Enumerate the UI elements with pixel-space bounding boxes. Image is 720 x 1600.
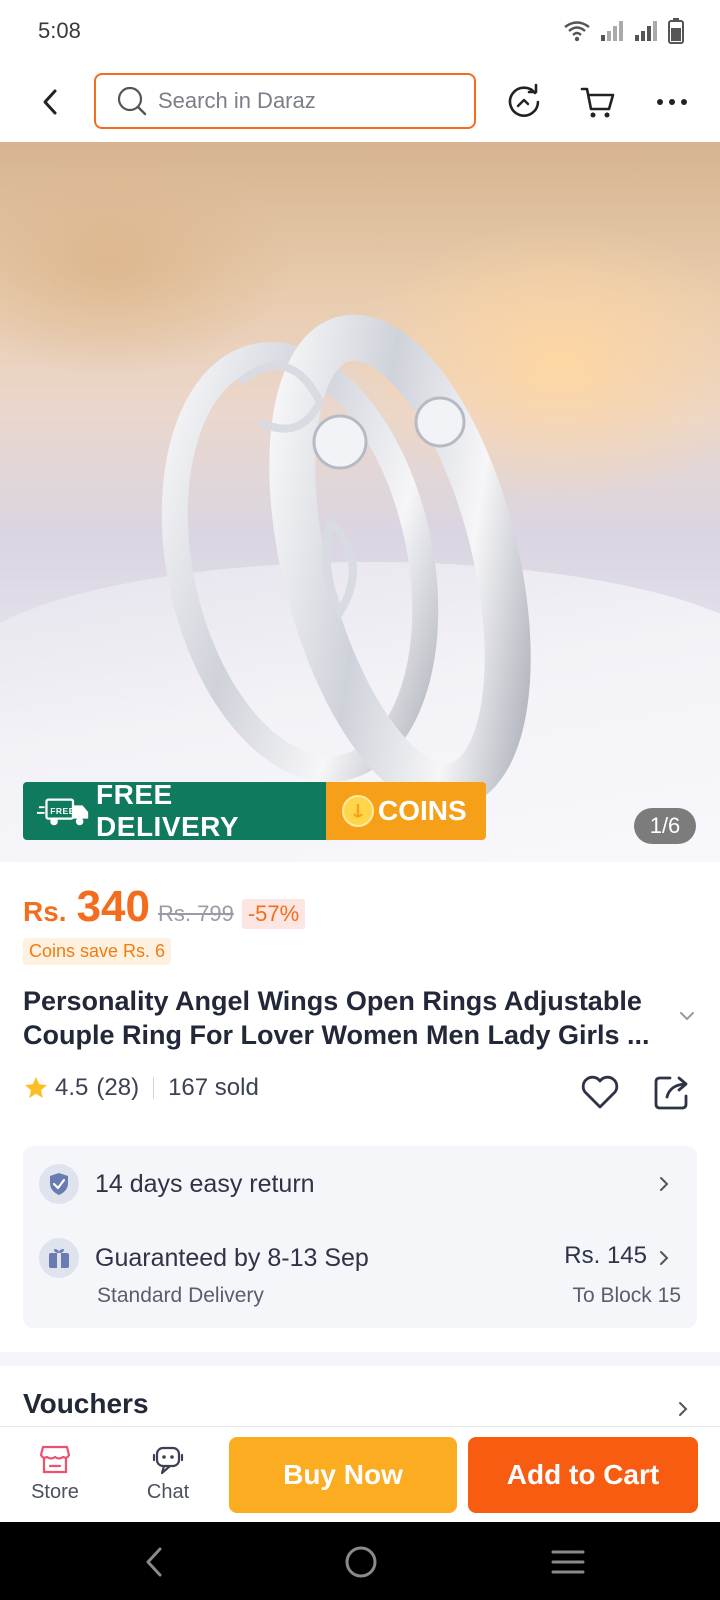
bottom-action-bar: Store Chat Buy Now Add to Cart [0,1426,720,1522]
system-navigation-bar [0,1522,720,1600]
chevron-left-icon [43,89,57,115]
coins-save-badge: Coins save Rs. 6 [23,938,172,965]
chevron-right-icon[interactable] [676,1400,690,1418]
delivery-type: Standard Delivery [97,1284,264,1307]
signal-icon [601,21,623,41]
cart-button[interactable] [576,80,620,124]
delivery-truck-icon: FREE [37,798,89,826]
service-info-card: 14 days easy return Guaranteed by 8-13 S… [23,1146,697,1328]
refresh-icon [508,83,540,117]
delivery-location: To Block 15 [572,1284,681,1307]
section-divider [0,1352,720,1366]
chat-label: Chat [146,1481,190,1503]
image-page-indicator: 1/6 [634,808,696,844]
product-title: Personality Angel Wings Open Rings Adjus… [23,986,650,1050]
chevron-right-icon [660,1251,669,1265]
store-icon [39,1445,71,1474]
delivery-guarantee-text: Guaranteed by 8-13 Sep [95,1243,369,1272]
more-icon [657,99,687,105]
truck-free-text: FREE [50,806,75,816]
status-icons [564,18,684,44]
coin-icon [342,795,374,827]
star-icon [25,1077,47,1098]
rating-count: (28) [96,1074,140,1101]
buy-now-button[interactable]: Buy Now [229,1437,457,1513]
nav-recents-button[interactable] [546,1540,590,1584]
store-button[interactable]: Store [10,1445,100,1504]
nav-back-icon [146,1547,162,1577]
promo-banner: FREE FREE DELIVERY COINS [23,782,486,840]
coins-label: COINS [378,795,467,826]
sold-count: 167 sold [168,1074,259,1101]
share-icon [654,1076,688,1110]
rating-divider [153,1077,155,1099]
rating-value: 4.5 [55,1074,89,1101]
free-delivery-label: FREE DELIVERY [96,782,240,840]
wifi-icon [564,21,590,42]
chat-button[interactable]: Chat [123,1445,213,1504]
delivery-fee: Rs. 145 [564,1242,647,1269]
vouchers-heading[interactable]: Vouchers [23,1388,149,1420]
current-price: 340 [76,882,150,931]
nav-menu-icon [551,1550,585,1574]
chevron-right-icon [660,1177,669,1191]
original-price: Rs. 799 [158,901,234,926]
price-currency: Rs. [23,896,67,927]
return-policy-text: 14 days easy return [95,1169,315,1198]
nav-back-button[interactable] [132,1540,176,1584]
signal-icon-2 [635,21,657,41]
chevron-down-icon[interactable] [676,1008,698,1024]
store-label: Store [31,1481,79,1503]
more-options-button[interactable] [650,80,694,124]
wishlist-button[interactable] [578,1070,622,1114]
top-header: Search in Daraz [0,62,720,142]
free-delivery-badge: FREE FREE DELIVERY [23,782,326,840]
shield-icon [39,1164,79,1204]
status-time: 5:08 [38,18,81,43]
share-button[interactable] [650,1070,694,1114]
search-icon [117,86,147,116]
nav-home-icon [345,1546,377,1578]
price-row: Rs. 340 Rs. 799 -57% [23,882,306,932]
status-bar: 5:08 [0,0,720,62]
ring-image [161,314,531,810]
return-policy-row[interactable]: 14 days easy return [39,1164,681,1204]
search-input[interactable]: Search in Daraz [94,73,476,129]
nav-home-button[interactable] [339,1540,383,1584]
back-button[interactable] [30,82,70,122]
battery-icon [668,18,684,44]
history-button[interactable] [502,80,546,124]
gift-box-icon [39,1238,79,1278]
heart-icon [581,1075,619,1109]
cart-icon [580,87,615,118]
search-placeholder: Search in Daraz [158,88,316,113]
add-to-cart-button[interactable]: Add to Cart [468,1437,698,1513]
discount-badge: -57% [241,899,306,929]
product-image-gallery[interactable]: FREE FREE DELIVERY COINS 1/6 [0,142,720,862]
delivery-row[interactable]: Guaranteed by 8-13 Sep Rs. 145 [39,1238,681,1278]
chat-icon [152,1446,184,1475]
rating-row[interactable]: 4.5 (28) 167 sold [23,1074,259,1102]
coins-badge: COINS [326,782,486,840]
